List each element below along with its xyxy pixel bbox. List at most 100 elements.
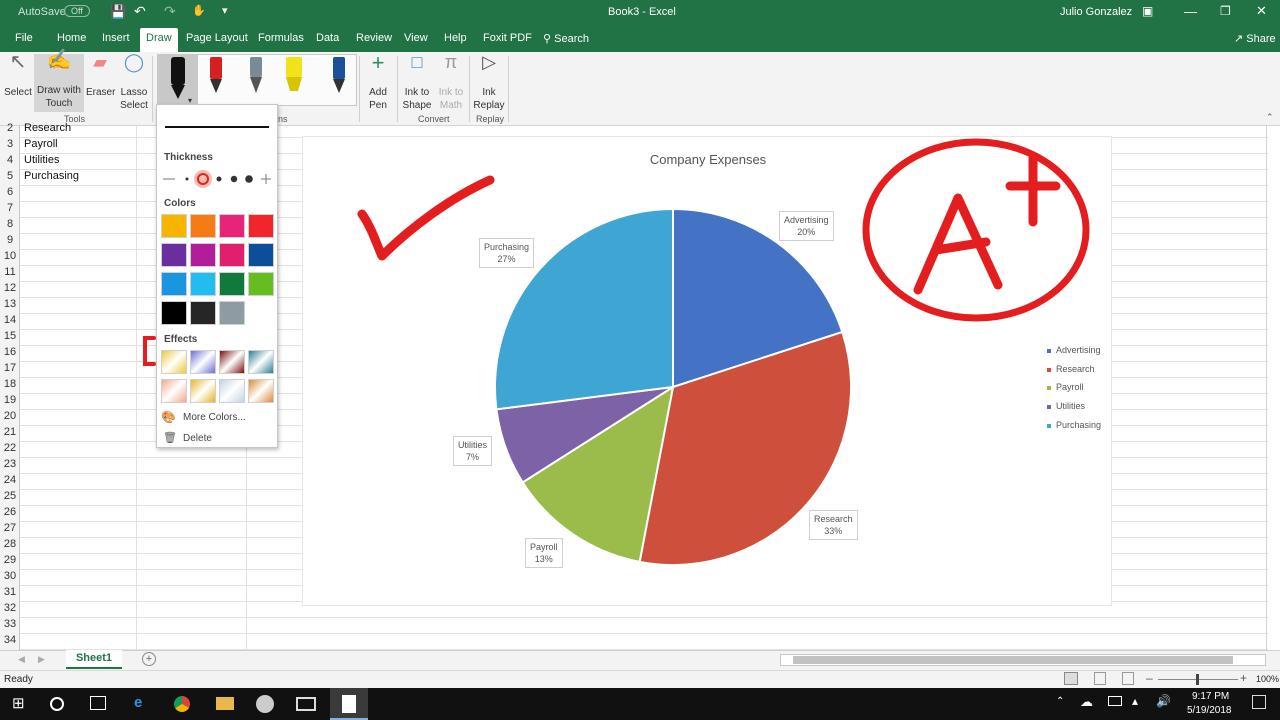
ribbon-display-icon[interactable]: ▣ <box>1142 4 1153 18</box>
add-pen-button[interactable]: + Add Pen <box>364 52 392 112</box>
battery-icon[interactable] <box>1108 696 1122 706</box>
close-icon[interactable]: ✕ <box>1256 3 1267 19</box>
select-tool-button[interactable]: ↖ Select <box>4 52 32 99</box>
pen-color-swatch[interactable] <box>190 243 216 267</box>
row-header[interactable]: 15 <box>0 330 20 342</box>
row-header[interactable]: 9 <box>0 234 20 246</box>
row-header[interactable]: 34 <box>0 634 20 646</box>
cortana-icon[interactable] <box>50 697 64 711</box>
tab-review[interactable]: Review <box>356 32 392 44</box>
pen-color-swatch[interactable] <box>248 243 274 267</box>
pen-color-swatch[interactable] <box>219 214 245 238</box>
cell-a3[interactable]: Payroll <box>24 138 58 150</box>
pen-color-swatch[interactable] <box>161 243 187 267</box>
lasso-select-button[interactable]: ◯ Lasso Select <box>117 53 151 112</box>
autosave-toggle[interactable]: Off <box>64 5 90 17</box>
row-header[interactable]: 24 <box>0 474 20 486</box>
thickness-selector[interactable] <box>161 169 275 191</box>
color-app-icon[interactable] <box>256 695 274 713</box>
edge-browser-icon[interactable]: e <box>134 694 142 711</box>
row-header[interactable]: 27 <box>0 522 20 534</box>
page-layout-view-icon[interactable] <box>1094 672 1106 685</box>
tell-me-search[interactable]: ⚲ Search <box>543 32 589 45</box>
pen-color-swatch[interactable] <box>219 301 245 325</box>
redo-icon[interactable]: ↷ <box>164 3 176 20</box>
row-header[interactable]: 32 <box>0 602 20 614</box>
eraser-button[interactable]: ▰ Eraser <box>86 53 115 99</box>
pen-effect-swatch[interactable] <box>161 379 187 403</box>
pen-color-swatch[interactable] <box>161 301 187 325</box>
windows-start-icon[interactable]: ⊞ <box>12 694 25 712</box>
zoom-level[interactable]: 100% <box>1256 674 1279 684</box>
ink-to-shape-button[interactable]: □ Ink to Shape <box>400 53 434 112</box>
scroll-tabs-left-icon[interactable]: ◀ <box>18 654 25 665</box>
horizontal-scroll-thumb[interactable] <box>793 656 1233 664</box>
more-colors-item[interactable]: More Colors... <box>183 412 246 423</box>
ink-to-math-button[interactable]: π Ink to Math <box>435 53 467 112</box>
pen-effect-swatch[interactable] <box>219 350 245 374</box>
file-explorer-icon[interactable] <box>216 697 234 710</box>
tab-insert[interactable]: Insert <box>102 32 130 44</box>
cell-a2[interactable]: Research <box>24 122 71 134</box>
row-header[interactable]: 2 <box>0 122 20 134</box>
sheet-tab-sheet1[interactable]: Sheet1 <box>66 650 122 669</box>
zoom-out-icon[interactable]: – <box>1146 671 1153 685</box>
row-header[interactable]: 3 <box>0 138 20 150</box>
pen-color-swatch[interactable] <box>190 272 216 296</box>
page-break-view-icon[interactable] <box>1122 672 1134 685</box>
row-header[interactable]: 18 <box>0 378 20 390</box>
restore-icon[interactable]: ❐ <box>1220 4 1231 18</box>
show-hidden-icons[interactable]: ⌃ <box>1056 696 1064 707</box>
tab-view[interactable]: View <box>404 32 428 44</box>
row-header[interactable]: 14 <box>0 314 20 326</box>
collapse-ribbon-icon[interactable]: ⌃ <box>1266 112 1274 123</box>
tab-formulas[interactable]: Formulas <box>258 32 304 44</box>
tab-draw[interactable]: Draw <box>140 28 178 52</box>
row-header[interactable]: 19 <box>0 394 20 406</box>
task-view-icon[interactable] <box>90 696 106 710</box>
pen-color-swatch[interactable] <box>161 214 187 238</box>
zoom-in-icon[interactable]: + <box>1240 671 1247 685</box>
onedrive-icon[interactable]: ☁ <box>1080 694 1093 710</box>
pen-color-swatch[interactable] <box>248 272 274 296</box>
scroll-tabs-right-icon[interactable]: ▶ <box>38 654 45 665</box>
pen-color-swatch[interactable] <box>190 301 216 325</box>
normal-view-icon[interactable] <box>1064 672 1078 685</box>
customize-qat-icon[interactable]: ▾ <box>222 4 228 17</box>
save-icon[interactable]: 💾 <box>110 4 126 20</box>
cell-a5[interactable]: Purchasing <box>24 170 79 182</box>
undo-icon[interactable]: ↶ <box>134 3 146 20</box>
row-header[interactable]: 29 <box>0 554 20 566</box>
volume-icon[interactable]: 🔊 <box>1156 694 1171 708</box>
action-center-icon[interactable] <box>1252 695 1266 709</box>
zoom-slider[interactable] <box>1158 674 1238 685</box>
document-app-icon[interactable] <box>342 695 356 713</box>
draw-with-touch-button[interactable]: ✍ Draw with Touch <box>34 50 84 112</box>
pen-color-swatch[interactable] <box>219 272 245 296</box>
row-header[interactable]: 12 <box>0 282 20 294</box>
tab-page-layout[interactable]: Page Layout <box>186 32 248 44</box>
network-icon[interactable]: ▴ <box>1132 694 1138 708</box>
vertical-scrollbar[interactable] <box>1266 126 1267 650</box>
pen-color-swatch[interactable] <box>248 214 274 238</box>
pen-color-swatch[interactable] <box>190 214 216 238</box>
new-sheet-icon[interactable]: + <box>142 652 156 666</box>
row-header[interactable]: 17 <box>0 362 20 374</box>
user-name[interactable]: Julio Gonzalez <box>1060 6 1132 18</box>
pen-effect-swatch[interactable] <box>248 350 274 374</box>
horizontal-scrollbar[interactable] <box>780 654 1266 666</box>
ink-replay-button[interactable]: ▷ Ink Replay <box>473 53 505 112</box>
share-button[interactable]: ↗ Share <box>1234 32 1276 45</box>
row-header[interactable]: 6 <box>0 186 20 198</box>
tab-file[interactable]: File <box>15 32 33 44</box>
chrome-icon[interactable] <box>174 696 190 712</box>
pen-effect-swatch[interactable] <box>219 379 245 403</box>
cell-a4[interactable]: Utilities <box>24 154 59 166</box>
row-header[interactable]: 13 <box>0 298 20 310</box>
pen-color-swatch[interactable] <box>161 272 187 296</box>
row-header[interactable]: 21 <box>0 426 20 438</box>
delete-pen-item[interactable]: Delete <box>183 433 212 444</box>
row-header[interactable]: 20 <box>0 410 20 422</box>
row-header[interactable]: 25 <box>0 490 20 502</box>
row-header[interactable]: 26 <box>0 506 20 518</box>
